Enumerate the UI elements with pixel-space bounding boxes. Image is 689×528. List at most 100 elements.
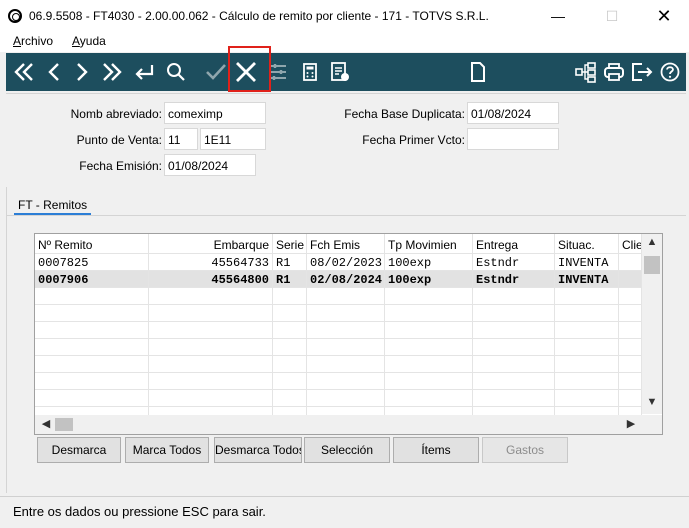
help-icon xyxy=(660,62,680,82)
empty-cell xyxy=(619,322,642,338)
col-cliente[interactable]: Clien xyxy=(619,234,642,253)
col-serie[interactable]: Serie xyxy=(273,234,307,253)
empty-cell xyxy=(307,390,385,406)
empty-cell xyxy=(555,305,619,321)
menu-ayuda[interactable]: Ayuda xyxy=(72,34,106,48)
desmarca-todos-button[interactable]: Desmarca Todos xyxy=(214,437,302,463)
empty-cell xyxy=(273,322,307,338)
minimize-button[interactable]: — xyxy=(535,0,581,32)
horizontal-scrollbar[interactable]: ◀ ▶ xyxy=(35,415,642,434)
empty-cell xyxy=(473,288,555,304)
vertical-scroll-thumb[interactable] xyxy=(644,256,660,274)
nomb-abreviado-field[interactable]: comeximp xyxy=(164,102,266,124)
fecha-base-duplicata-field[interactable]: 01/08/2024 xyxy=(467,102,559,124)
empty-cell xyxy=(149,322,273,338)
calculator-button[interactable] xyxy=(296,57,324,87)
nomb-abreviado-label: Nomb abreviado: xyxy=(70,107,162,121)
tab-ft-remitos[interactable]: FT - Remitos xyxy=(14,198,92,215)
cell-tp-movimien: 100exp xyxy=(385,271,473,287)
tab-divider xyxy=(6,215,686,216)
cell-situac: INVENTA xyxy=(555,271,619,287)
empty-cell xyxy=(307,322,385,338)
fecha-primer-vcto-field[interactable] xyxy=(467,128,559,150)
confirm-button[interactable] xyxy=(202,57,230,87)
empty-cell xyxy=(307,339,385,355)
structure-button[interactable] xyxy=(572,57,600,87)
table-row[interactable]: 0007825 45564733 R1 08/02/2023 100exp Estndr I… xyxy=(35,254,642,271)
punto-venta-label: Punto de Venta: xyxy=(76,133,162,147)
empty-cell xyxy=(619,305,642,321)
maximize-button[interactable]: ☐ xyxy=(589,0,635,32)
empty-cell xyxy=(35,390,149,406)
col-situac[interactable]: Situac. xyxy=(555,234,619,253)
empty-cell xyxy=(149,373,273,389)
empty-cell xyxy=(35,356,149,372)
col-tp-movimien[interactable]: Tp Movimien xyxy=(385,234,473,253)
empty-cell xyxy=(35,305,149,321)
report-button[interactable] xyxy=(326,57,354,87)
fecha-emision-field[interactable]: 01/08/2024 xyxy=(164,154,256,176)
empty-cell xyxy=(35,339,149,355)
print-button[interactable] xyxy=(600,57,628,87)
document-button[interactable] xyxy=(464,57,492,87)
first-icon xyxy=(14,63,33,81)
scroll-down-arrow-icon[interactable]: ▼ xyxy=(642,396,662,414)
desmarca-button[interactable]: Desmarca xyxy=(37,437,121,463)
empty-cell xyxy=(473,322,555,338)
next-record-button[interactable] xyxy=(68,57,96,87)
col-embarque[interactable]: Embarque xyxy=(149,234,273,253)
toolbar xyxy=(6,53,686,91)
totvs-logo-icon xyxy=(8,9,22,23)
empty-cell xyxy=(35,322,149,338)
exit-button[interactable] xyxy=(628,57,656,87)
seleccion-button[interactable]: Selección xyxy=(304,437,390,463)
search-button[interactable] xyxy=(162,57,190,87)
last-icon xyxy=(103,63,122,81)
scroll-left-arrow-icon[interactable]: ◀ xyxy=(37,417,55,430)
empty-table-row xyxy=(35,305,642,322)
empty-cell xyxy=(385,373,473,389)
col-entrega[interactable]: Entrega xyxy=(473,234,555,253)
items-button[interactable]: Ítems xyxy=(393,437,479,463)
previous-record-button[interactable] xyxy=(40,57,68,87)
menu-bar: Archivo Ayuda xyxy=(0,32,689,52)
empty-cell xyxy=(35,288,149,304)
cell-situac: INVENTA xyxy=(555,254,619,270)
return-button[interactable] xyxy=(130,57,158,87)
empty-cell xyxy=(273,373,307,389)
prev-icon xyxy=(48,63,59,81)
empty-table-row xyxy=(35,322,642,339)
first-record-button[interactable] xyxy=(10,57,38,87)
fecha-primer-vcto-label: Fecha Primer Vcto: xyxy=(362,133,465,147)
punto-venta-desc-field[interactable]: 1E11 xyxy=(200,128,266,150)
help-button[interactable] xyxy=(656,57,684,87)
punto-venta-field[interactable]: 11 xyxy=(164,128,198,150)
cell-serie: R1 xyxy=(273,254,307,270)
grid-header-row: Nº Remito Embarque Serie Fch Emis Tp Mov… xyxy=(35,234,642,254)
menu-archivo[interactable]: Archivo xyxy=(13,34,53,48)
empty-cell xyxy=(555,322,619,338)
last-record-button[interactable] xyxy=(98,57,126,87)
empty-cell xyxy=(273,288,307,304)
scroll-right-arrow-icon[interactable]: ▶ xyxy=(622,417,640,430)
horizontal-scroll-thumb[interactable] xyxy=(55,418,73,431)
close-window-button[interactable]: ✕ xyxy=(641,0,687,32)
empty-cell xyxy=(473,390,555,406)
scroll-up-arrow-icon[interactable]: ▲ xyxy=(642,236,662,254)
cell-nro-remito: 0007825 xyxy=(35,254,149,270)
empty-cell xyxy=(473,305,555,321)
table-row[interactable]: 0007906 45564800 R1 02/08/2024 100exp Estndr I… xyxy=(35,271,642,288)
gastos-button[interactable]: Gastos xyxy=(482,437,568,463)
empty-table-row xyxy=(35,356,642,373)
empty-cell xyxy=(555,356,619,372)
col-nro-remito[interactable]: Nº Remito xyxy=(35,234,149,253)
empty-cell xyxy=(619,390,642,406)
empty-cell xyxy=(385,390,473,406)
marca-todos-button[interactable]: Marca Todos xyxy=(125,437,209,463)
col-fch-emis[interactable]: Fch Emis xyxy=(307,234,385,253)
empty-cell xyxy=(619,339,642,355)
calculator-icon xyxy=(303,63,317,81)
vertical-scrollbar[interactable]: ▲ ▼ xyxy=(642,234,662,414)
cell-entrega: Estndr xyxy=(473,271,555,287)
empty-cell xyxy=(385,356,473,372)
